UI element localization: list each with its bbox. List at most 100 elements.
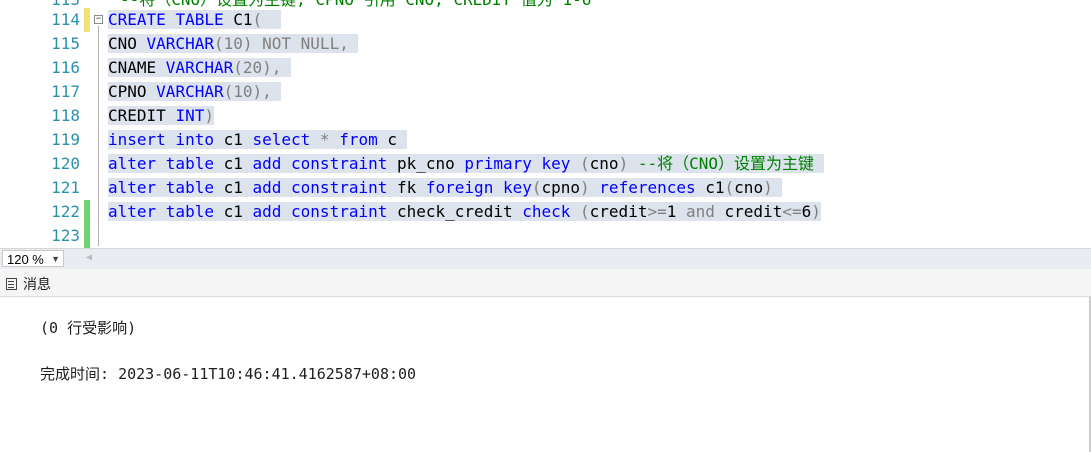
identifier-token: CREDIT	[108, 106, 176, 125]
identifier-token: c1	[213, 154, 253, 173]
editor-status-bar: 120 % ▼ ◀	[0, 248, 1091, 269]
keyword-token: add constraint	[252, 178, 388, 197]
identifier-token: CPNO	[108, 82, 157, 101]
fold-guide-line	[98, 26, 99, 246]
punctuation-token: (	[252, 10, 263, 29]
keyword-token: add constraint	[252, 202, 388, 221]
identifier-token: credit	[589, 202, 648, 221]
line-number: 121	[51, 178, 80, 197]
identifier-token: cno	[589, 154, 619, 173]
line-number: 120	[51, 154, 80, 173]
identifier-token: c1	[695, 178, 725, 197]
saved-change-marker	[84, 200, 90, 248]
tab-messages[interactable]: 消息	[6, 272, 51, 296]
identifier-token: CNO	[108, 34, 147, 53]
line-number: 115	[51, 34, 80, 53]
punctuation-token: (	[570, 202, 590, 221]
punctuation-token: ,	[262, 82, 272, 101]
zoom-dropdown[interactable]: 120 % ▼	[2, 250, 64, 267]
identifier-token: cpno	[541, 178, 581, 197]
keyword-token: insert into	[108, 130, 214, 149]
code-line[interactable]: CNO VARCHAR(10) NOT NULL,	[108, 32, 359, 56]
keyword-token: add constraint	[252, 154, 388, 173]
collapse-region-icon[interactable]: −	[94, 15, 103, 24]
identifier-token: c	[377, 130, 397, 149]
line-number: 118	[51, 106, 80, 125]
keyword-token: foreign key	[425, 178, 532, 197]
identifier-token: credit	[714, 202, 783, 221]
keyword-token: alter table	[108, 178, 214, 197]
identifier-token: fk	[387, 178, 426, 197]
keyword-token: INT	[175, 106, 205, 125]
code-line[interactable]: CPNO VARCHAR(10),	[108, 80, 282, 104]
keyword-token: select	[252, 130, 311, 149]
completion-time: 2023-06-11T10:46:41.4162587+08:00	[118, 365, 417, 383]
tab-label: 消息	[23, 276, 51, 292]
operator-token: <=	[782, 202, 802, 221]
keyword-token: NOT NULL,	[252, 34, 349, 53]
chevron-down-icon: ▼	[51, 254, 60, 264]
line-number-gutter: 113 114 115 116 117 118 119 120 121 122 …	[0, 0, 90, 248]
keyword-token: VARCHAR	[156, 82, 224, 101]
identifier-token: CNAME	[108, 58, 166, 77]
code-line[interactable]: CREDIT INT)	[108, 104, 214, 128]
punctuation-token: (10)	[223, 82, 263, 101]
line-number: 117	[51, 82, 80, 101]
code-line[interactable]: CREATE TABLE C1(	[108, 8, 282, 32]
identifier-token: c1	[213, 202, 253, 221]
punctuation-token: )	[763, 178, 773, 197]
code-line[interactable]: insert into c1 select * from c	[108, 128, 407, 152]
completion-time-message: 完成时间: 2023-06-11T10:46:41.4162587+08:00	[40, 363, 416, 384]
scroll-left-icon[interactable]: ◀	[86, 252, 92, 263]
operator-token: and	[685, 202, 715, 221]
line-number: 123	[51, 226, 80, 245]
number-token: 6	[801, 202, 812, 221]
code-line[interactable]: alter table c1 add constraint pk_cno pri…	[108, 152, 824, 176]
messages-pane[interactable]: (0 行受影响) 完成时间: 2023-06-11T10:46:41.41625…	[0, 297, 1091, 452]
keyword-token: TABLE	[175, 10, 224, 29]
identifier-token: check_credit	[387, 202, 523, 221]
zoom-level: 120 %	[7, 252, 44, 267]
identifier-token: cno	[734, 178, 764, 197]
code-line[interactable]: alter table c1 add constraint fk foreign…	[108, 176, 783, 200]
punctuation-token: (10)	[213, 34, 253, 53]
punctuation-token: (	[724, 178, 735, 197]
comment-token: --将（CNO）设置为主键	[637, 154, 814, 173]
punctuation-token: ,	[271, 58, 282, 77]
identifier-token: c1	[213, 130, 253, 149]
keyword-token: CREATE	[108, 10, 166, 29]
punctuation-token: (	[531, 178, 542, 197]
keyword-token: VARCHAR	[165, 58, 234, 77]
code-line[interactable]: alter table c1 add constraint check_cred…	[108, 200, 821, 224]
punctuation-token: )	[204, 106, 214, 125]
line-number: 119	[51, 130, 80, 149]
punctuation-token: )	[811, 202, 821, 221]
keyword-token: from	[339, 130, 378, 149]
number-token: 1	[666, 202, 686, 221]
line-number: 114	[51, 10, 80, 29]
keyword-token: check	[522, 202, 571, 221]
code-line[interactable]: CNAME VARCHAR(20),	[108, 56, 292, 80]
completion-label: 完成时间:	[40, 365, 119, 383]
keyword-token: VARCHAR	[146, 34, 214, 53]
punctuation-token: )	[618, 154, 638, 173]
rows-affected-message: (0 行受影响)	[40, 319, 137, 337]
query-editor[interactable]: 113 114 115 116 117 118 119 120 121 122 …	[0, 0, 1091, 248]
keyword-token: alter table	[108, 154, 214, 173]
results-tab-strip: 消息	[0, 269, 1091, 297]
unsaved-change-marker	[84, 8, 90, 32]
identifier-token: c1	[213, 178, 253, 197]
keyword-token: references	[599, 178, 696, 197]
identifier-token: C1	[223, 10, 253, 29]
keyword-token: primary key	[464, 154, 571, 173]
identifier-token: pk_cno	[387, 154, 465, 173]
messages-icon	[6, 278, 17, 290]
punctuation-token: )	[580, 178, 600, 197]
punctuation-token: (	[570, 154, 590, 173]
operator-token: >=	[647, 202, 667, 221]
line-number: 116	[51, 58, 80, 77]
punctuation-token: (20)	[233, 58, 272, 77]
line-number: 122	[51, 202, 80, 221]
keyword-token: alter table	[108, 202, 214, 221]
